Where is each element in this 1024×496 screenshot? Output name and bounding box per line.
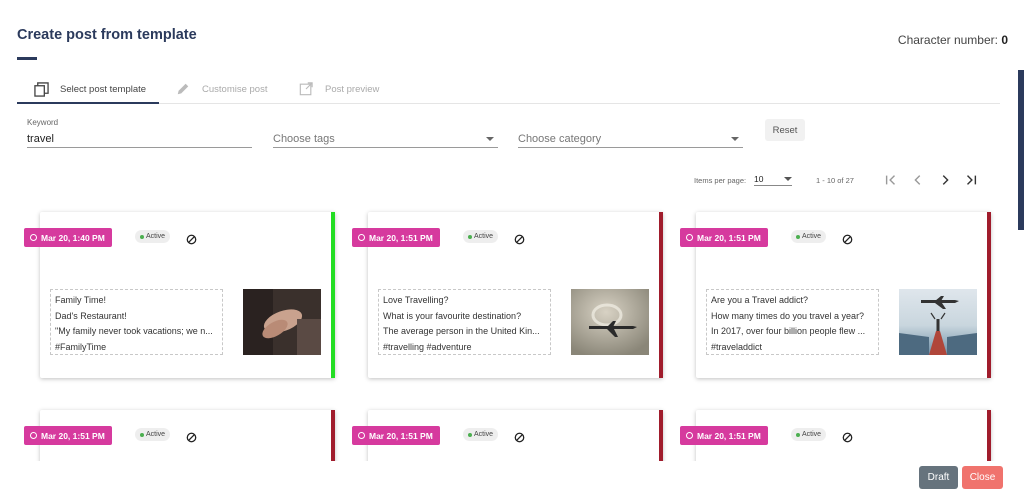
pager-range: 1 - 10 of 27 [816,176,854,185]
title-underline [17,57,37,60]
status-dot-icon [796,432,800,437]
category-select[interactable]: Choose category [518,130,743,148]
date-badge: Mar 20, 1:51 PM [680,426,768,445]
status-badge: Active [791,428,827,441]
category-placeholder: Choose category [518,132,602,145]
next-page-icon[interactable] [937,172,953,188]
tags-placeholder: Choose tags [273,132,335,145]
date-badge: Mar 20, 1:51 PM [352,228,440,247]
status-dot-icon [140,234,144,239]
block-icon[interactable] [514,232,525,245]
status-badge: Active [463,230,499,243]
status-badge: Active [791,230,827,243]
first-page-icon[interactable] [883,172,899,188]
keyword-input[interactable]: travel [27,130,252,148]
date-badge: Mar 20, 1:51 PM [24,426,112,445]
status-dot-icon [796,234,800,239]
pencil-icon [175,81,191,97]
status-dot-icon [140,432,144,437]
external-link-icon [298,81,314,97]
character-counter-label: Character number: [897,33,998,47]
date-badge: Mar 20, 1:51 PM [352,426,440,445]
step-customise-post[interactable]: Customise post [175,74,267,104]
status-dot-icon [468,234,472,239]
template-card[interactable]: Mar 20, 1:40 PM Active Family Time! Dad's… [24,212,335,378]
block-icon[interactable] [186,232,197,245]
chevron-down-icon [784,176,792,181]
items-per-page-value: 10 [754,173,764,184]
card-accent-bar [987,212,991,378]
chevron-down-icon [486,136,494,141]
clock-icon [358,234,365,241]
card-accent-bar [659,212,663,378]
last-page-icon[interactable] [963,172,979,188]
items-per-page-select[interactable]: 10 [754,172,792,186]
status-badge: Active [463,428,499,441]
block-icon[interactable] [186,430,197,443]
template-card[interactable]: Mar 20, 1:51 PM Active Are you a Travel … [680,212,991,378]
step-select-post-template[interactable]: Select post template [33,74,146,104]
character-counter: Character number: 0 [898,33,1008,47]
post-text-preview: Love Travelling? What is your favourite d… [378,289,551,355]
step-post-preview[interactable]: Post preview [298,74,379,104]
dialog-title: Create post from template [17,27,197,43]
status-badge: Active [135,230,171,243]
card-accent-bar [331,212,335,378]
template-card[interactable]: Mar 20, 1:51 PM Active Love Travelling? W… [352,212,663,378]
date-badge: Mar 20, 1:51 PM [680,228,768,247]
active-step-indicator [17,102,159,104]
character-counter-value: 0 [1001,33,1008,47]
block-icon[interactable] [514,430,525,443]
date-badge: Mar 20, 1:40 PM [24,228,112,247]
dialog-footer [0,461,1018,496]
close-button[interactable]: Close [962,466,1003,489]
chevron-down-icon [731,136,739,141]
clock-icon [30,432,37,439]
stepper: Select post template Customise post Post… [17,74,1000,104]
step-label: Post preview [325,83,380,95]
clock-icon [686,234,693,241]
clock-icon [686,432,693,439]
airplane-clouds-photo [571,289,649,355]
block-icon[interactable] [842,430,853,443]
hands-photo [243,289,321,355]
previous-page-icon[interactable] [910,172,926,188]
items-per-page-label: Items per page: [694,176,747,185]
step-label: Select post template [60,83,147,95]
keyword-label: Keyword [27,118,59,127]
tags-select[interactable]: Choose tags [273,130,498,148]
reset-button[interactable]: Reset [765,119,805,141]
clock-icon [30,234,37,241]
clock-icon [358,432,365,439]
block-icon[interactable] [842,232,853,245]
copy-icon [33,81,49,97]
draft-button[interactable]: Draft [919,466,958,489]
step-label: Customise post [202,83,268,95]
post-text-preview: Family Time! Dad's Restaurant! "My family … [50,289,223,355]
status-dot-icon [468,432,472,437]
post-text-preview: Are you a Travel addict? How many times d… [706,289,879,355]
create-post-dialog: Create post from template Character numb… [0,0,1018,496]
pier-airplane-photo [899,289,977,355]
status-badge: Active [135,428,171,441]
